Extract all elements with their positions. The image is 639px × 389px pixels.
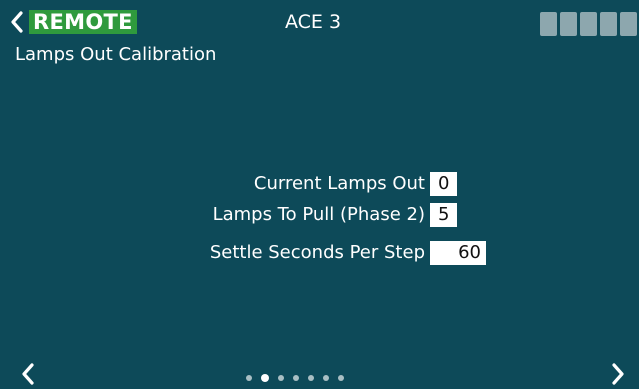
- page-title: Lamps Out Calibration: [15, 44, 217, 65]
- lamps-to-pull-label: Lamps To Pull (Phase 2): [212, 204, 425, 225]
- page-dot[interactable]: [308, 375, 314, 381]
- page-dot[interactable]: [293, 375, 299, 381]
- back-button[interactable]: REMOTE: [11, 9, 137, 35]
- page-dot[interactable]: [278, 375, 284, 381]
- chevron-right-icon: [611, 363, 625, 389]
- chevron-left-icon: [21, 363, 35, 389]
- signal-bar: [580, 12, 597, 36]
- lamps-to-pull-field[interactable]: 5: [430, 203, 457, 227]
- settle-seconds-field[interactable]: 60: [430, 241, 486, 265]
- signal-bar: [600, 12, 617, 36]
- prev-page-button[interactable]: [21, 362, 35, 389]
- next-page-button[interactable]: [611, 362, 625, 389]
- page-dot-active[interactable]: [261, 374, 269, 382]
- page-dot[interactable]: [323, 375, 329, 381]
- remote-mode-badge: REMOTE: [29, 10, 137, 34]
- device-screen: REMOTE ACE 3 Lamps Out Calibration Curre…: [0, 0, 639, 389]
- page-indicator: [246, 374, 344, 382]
- settle-seconds-label: Settle Seconds Per Step: [209, 242, 425, 263]
- signal-bars-icon: [540, 12, 637, 36]
- signal-bar: [620, 12, 637, 36]
- signal-bar: [560, 12, 577, 36]
- page-dot[interactable]: [338, 375, 344, 381]
- current-lamps-out-field[interactable]: 0: [430, 172, 457, 196]
- page-dot[interactable]: [246, 375, 252, 381]
- current-lamps-out-label: Current Lamps Out: [253, 173, 425, 194]
- signal-bar: [540, 12, 557, 36]
- device-name: ACE 3: [285, 11, 342, 33]
- chevron-left-icon: [11, 11, 23, 33]
